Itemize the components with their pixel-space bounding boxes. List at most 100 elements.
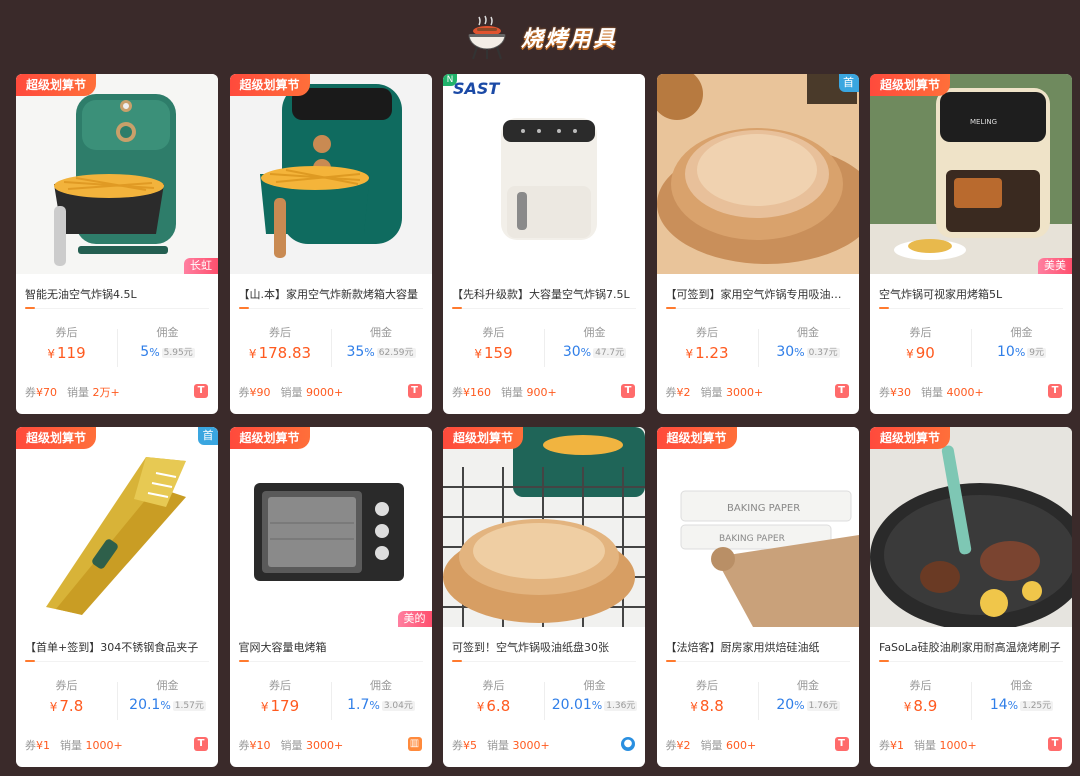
commission-rate: 20 [776,697,795,713]
commission-amount: 1.76元 [806,701,840,711]
yen-icon: ¥ [690,700,698,714]
commission: 30% 0.37元 [776,344,840,360]
product-image[interactable]: 超级划算节 长虹 [16,74,218,274]
promo-badge: 超级划算节 [16,427,97,449]
product-card[interactable]: SAST N 【先科升级款】大容量空气炸锅7.5L 券后 ¥159 佣金 30%… [443,74,645,414]
price-block: 券后 ¥178.83 [230,324,331,362]
price-block: 券后 ¥1.23 [657,324,758,362]
product-image[interactable]: 首 [656,74,859,274]
product-title[interactable]: 【首单+签到】304不锈钢食品夹子 [25,639,211,655]
divider [665,661,850,662]
shop-platform-icon[interactable]: ● [621,737,635,751]
after-coupon-label: 券后 [696,326,718,339]
yen-icon: ¥ [906,347,914,361]
sales-value: 4000+ [946,386,984,399]
product-image[interactable]: SAST N [443,74,645,274]
shop-platform-icon[interactable]: T [1048,384,1062,398]
shop-platform-icon[interactable]: T [834,384,849,398]
shop-platform-icon[interactable]: T [194,384,208,398]
shop-platform-icon[interactable]: T [621,384,635,398]
product-image[interactable]: BAKING PAPER BAKING PAPER 超级划算节 [656,427,859,627]
product-card[interactable]: FaSoLa 超级划算节 FaSoLa硅胶油刷家用耐高温烧烤刷子 券后 ¥8.9… [870,427,1072,767]
price-block: 券后 ¥8.9 [870,677,971,715]
product-card[interactable]: 超级划算节 可签到！空气炸锅吸油纸盘30张 券后 ¥6.8 佣金 20.01% 1… [443,427,645,767]
commission-block: 佣金 14% 1.25元 [971,677,1072,713]
sales-label: 销量 [280,386,303,399]
sales-label: 销量 [280,739,303,752]
svg-text:SAST: SAST [453,79,500,98]
price: ¥90 [870,344,971,362]
coupon-label: 券 [452,386,463,399]
svg-text:BAKING PAPER: BAKING PAPER [727,503,800,514]
product-card[interactable]: 超级划算节 长虹 智能无油空气炸锅4.5L 券后 ¥119 佣金 5% 5.95元… [16,74,218,414]
card-footer: 券¥90 销量 9000+ [239,384,344,400]
coupon-value: ¥2 [676,386,691,399]
price: ¥179 [230,697,331,715]
price-value: 6.8 [486,697,511,715]
product-title[interactable]: 空气炸锅可视家用烤箱5L [879,286,1065,302]
product-photo [656,74,859,274]
commission-label: 佣金 [156,326,179,339]
sales-value: 900+ [526,386,557,399]
price-value: 159 [484,344,513,362]
divider [452,308,636,309]
product-image[interactable]: 超级划算节 美的 [229,427,432,627]
product-card[interactable]: 超级划算节 美的 官网大容量电烤箱 券后 ¥179 佣金 1.7% 3.04元 券… [229,427,432,767]
product-title[interactable]: 官网大容量电烤箱 [239,639,425,655]
commission-label: 佣金 [583,679,606,692]
product-title[interactable]: FaSoLa硅胶油刷家用耐高温烧烤刷子 [879,639,1065,655]
shop-platform-icon[interactable]: ▥ [407,737,422,751]
product-card[interactable]: 超级划算节 【山.本】家用空气炸新款烤箱大容量 券后 ¥178.83 佣金 35… [229,74,432,414]
yen-icon: ¥ [248,347,257,361]
shop-platform-icon[interactable]: T [407,384,422,398]
commission-block: 佣金 30% 0.37元 [758,324,859,360]
product-image[interactable]: 超级划算节 [443,427,645,627]
accent-line [452,660,462,662]
coupon-value: ¥90 [249,386,271,399]
coupon-value: ¥2 [676,739,691,752]
divider [452,661,636,662]
svg-text:MELING: MELING [970,118,997,126]
product-title[interactable]: 【先科升级款】大容量空气炸锅7.5L [452,286,638,302]
product-title[interactable]: 【可签到】家用空气炸锅专用吸油纸盘 [666,286,852,302]
price: ¥1.23 [657,344,758,362]
product-image[interactable]: 超级划算节 [229,74,432,274]
shop-platform-icon[interactable]: T [834,737,849,751]
commission-block: 佣金 1.7% 3.04元 [331,677,432,713]
price-block: 券后 ¥8.8 [657,677,758,715]
price: ¥8.8 [657,697,758,715]
commission-label: 佣金 [1010,326,1033,339]
sales-label: 销量 [60,739,82,752]
accent-line [238,660,249,662]
commission-block: 佣金 30% 47.7元 [544,324,645,360]
card-footer: 券¥2 销量 600+ [666,737,757,753]
product-title[interactable]: 【法焙客】厨房家用烘焙硅油纸 [666,639,852,655]
yen-icon: ¥ [903,700,912,714]
sales-value: 3000+ [306,739,344,752]
coupon-label: 券 [238,739,250,752]
shop-platform-icon[interactable]: T [194,737,208,751]
product-title[interactable]: 【山.本】家用空气炸新款烤箱大容量 [239,286,425,302]
product-image[interactable]: 超级划算节 首 [16,427,218,627]
product-title[interactable]: 可签到！空气炸锅吸油纸盘30张 [452,639,638,655]
accent-line [25,307,35,309]
product-photo [229,74,432,274]
product-card[interactable]: BAKING PAPER BAKING PAPER 超级划算节 【法焙客】厨房家… [656,427,859,767]
divider [25,308,209,309]
commission-amount: 5.95元 [161,348,195,358]
product-image[interactable]: FaSoLa 超级划算节 [870,427,1072,627]
accent-line [238,307,249,309]
sales-label: 销量 [921,386,943,399]
product-card[interactable]: 首 【可签到】家用空气炸锅专用吸油纸盘 券后 ¥1.23 佣金 30% 0.37元… [656,74,859,414]
coupon-label: 券 [665,739,677,752]
card-footer: 券¥160 销量 900+ [452,384,557,400]
commission-block: 佣金 35% 62.59元 [331,324,432,360]
sales-value: 1000+ [85,739,123,752]
product-title[interactable]: 智能无油空气炸锅4.5L [25,286,211,302]
coupon-label: 券 [879,386,890,399]
product-card[interactable]: MELING 超级划算节 美美 空气炸锅可视家用烤箱5L 券后 ¥90 佣金 1… [870,74,1072,414]
shop-platform-icon[interactable]: T [1048,737,1062,751]
section-header: 烧烤用具 [0,0,1080,74]
product-card[interactable]: 超级划算节 首 【首单+签到】304不锈钢食品夹子 券后 ¥7.8 佣金 20.… [16,427,218,767]
product-image[interactable]: MELING 超级划算节 美美 [870,74,1072,274]
